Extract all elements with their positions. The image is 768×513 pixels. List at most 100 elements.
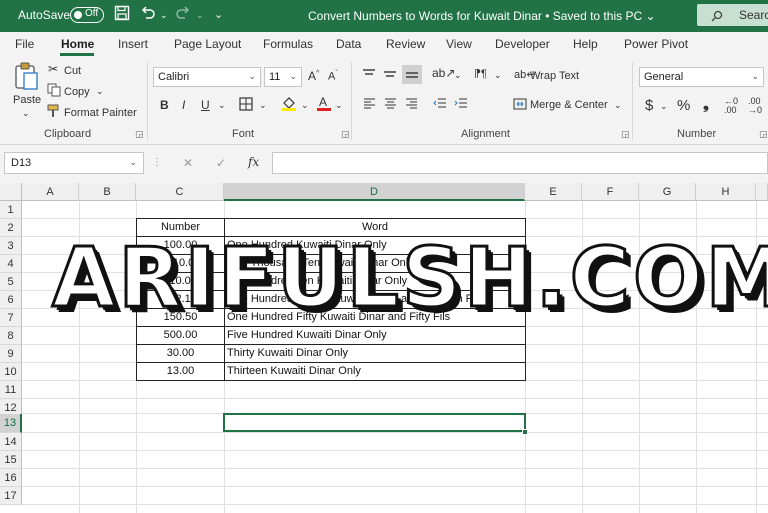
row-header-15[interactable]: 15	[0, 451, 22, 469]
tab-file[interactable]: File	[15, 37, 34, 51]
table-cell-word[interactable]: Thirty Kuwaiti Dinar Only	[225, 345, 525, 363]
orientation-dropdown-icon[interactable]: ⌄	[454, 70, 462, 81]
tab-review[interactable]: Review	[386, 37, 425, 51]
tab-insert[interactable]: Insert	[118, 37, 148, 51]
top-align-icon[interactable]	[362, 68, 376, 83]
save-icon[interactable]	[114, 5, 130, 25]
paste-button[interactable]: Paste	[13, 94, 41, 106]
redo-icon[interactable]	[175, 5, 191, 25]
row-header-13[interactable]: 13	[0, 414, 22, 433]
merge-center-icon[interactable]	[513, 98, 527, 113]
row-header-11[interactable]: 11	[0, 381, 22, 399]
column-header-e[interactable]: E	[525, 183, 582, 201]
row-header-7[interactable]: 7	[0, 309, 22, 327]
tab-page-layout[interactable]: Page Layout	[174, 37, 241, 51]
font-size-select[interactable]: 11 ⌄	[264, 67, 302, 87]
increase-decimal-icon[interactable]: ←0.00	[724, 97, 738, 115]
italic-button[interactable]: I	[182, 98, 185, 112]
wrap-text-button[interactable]: Wrap Text	[530, 70, 579, 82]
underline-dropdown-icon[interactable]: ⌄	[218, 100, 226, 111]
decrease-decimal-icon[interactable]: .00 →0	[748, 97, 762, 115]
column-header-f[interactable]: F	[582, 183, 639, 201]
table-cell-number[interactable]: 13.00	[137, 363, 224, 381]
font-launcher-icon[interactable]: ◲	[341, 129, 350, 140]
number-format-select[interactable]: General ⌄	[639, 67, 764, 87]
row-header-14[interactable]: 14	[0, 433, 22, 451]
comma-style-button[interactable]: ❟	[703, 96, 709, 113]
row-header-4[interactable]: 4	[0, 255, 22, 273]
format-painter-button[interactable]: Format Painter	[64, 107, 137, 119]
percent-button[interactable]: %	[677, 97, 690, 114]
align-right-icon[interactable]	[405, 97, 418, 112]
column-header-a[interactable]: A	[22, 183, 79, 201]
merge-center-button[interactable]: Merge & Center	[530, 99, 608, 111]
increase-indent-icon[interactable]	[454, 97, 468, 112]
row-header-8[interactable]: 8	[0, 327, 22, 345]
table-cell-word[interactable]: Five Hundred Kuwaiti Dinar Only	[225, 327, 525, 345]
table-cell-word[interactable]: Thirteen Kuwaiti Dinar Only	[225, 363, 525, 381]
text-direction-icon[interactable]: ⁋¶	[474, 67, 487, 80]
title-chevron-icon[interactable]: ⌄	[645, 9, 655, 23]
tab-developer[interactable]: Developer	[495, 37, 550, 51]
column-header-b[interactable]: B	[79, 183, 136, 201]
fill-color-icon[interactable]	[281, 95, 297, 114]
bottom-align-icon[interactable]	[402, 65, 422, 84]
currency-button[interactable]: $	[645, 97, 653, 114]
select-all-corner[interactable]	[0, 183, 22, 201]
insert-function-button[interactable]: fx	[248, 155, 259, 169]
font-color-icon[interactable]: A	[316, 95, 332, 114]
enter-icon[interactable]: ✓	[216, 156, 226, 170]
borders-dropdown-icon[interactable]: ⌄	[259, 100, 267, 111]
fill-color-dropdown-icon[interactable]: ⌄	[301, 100, 309, 111]
tab-formulas[interactable]: Formulas	[263, 37, 313, 51]
paste-dropdown-icon[interactable]: ⌄	[22, 108, 30, 119]
column-header-c[interactable]: C	[136, 183, 224, 201]
borders-icon[interactable]	[239, 97, 253, 114]
column-header-g[interactable]: G	[639, 183, 696, 201]
number-launcher-icon[interactable]: ◲	[759, 129, 768, 140]
redo-dropdown-icon[interactable]: ⌄	[196, 10, 204, 21]
cut-icon[interactable]: ✂	[48, 62, 58, 76]
row-header-2[interactable]: 2	[0, 219, 22, 237]
fill-handle[interactable]	[522, 429, 528, 435]
tab-home[interactable]: Home	[61, 37, 94, 51]
underline-button[interactable]: U	[201, 98, 210, 112]
name-box[interactable]: D13 ⌄	[4, 152, 144, 174]
clipboard-launcher-icon[interactable]: ◲	[135, 129, 144, 140]
align-center-icon[interactable]	[384, 97, 397, 112]
paste-icon[interactable]	[14, 62, 40, 95]
formula-input[interactable]	[272, 152, 768, 174]
row-header-17[interactable]: 17	[0, 487, 22, 505]
column-header-d[interactable]: D	[224, 183, 525, 201]
tab-help[interactable]: Help	[573, 37, 598, 51]
tab-view[interactable]: View	[446, 37, 472, 51]
cut-button[interactable]: Cut	[64, 65, 81, 77]
table-cell-number[interactable]: 500.00	[137, 327, 224, 345]
currency-dropdown-icon[interactable]: ⌄	[660, 101, 668, 112]
decrease-indent-icon[interactable]	[433, 97, 447, 112]
merge-dropdown-icon[interactable]: ⌄	[614, 100, 622, 111]
cancel-icon[interactable]: ✕	[183, 156, 193, 170]
column-header-partial[interactable]	[756, 183, 768, 201]
bold-button[interactable]: B	[160, 98, 169, 112]
middle-align-icon[interactable]	[383, 68, 397, 83]
text-direction-dropdown-icon[interactable]: ⌄	[494, 70, 502, 81]
row-header-9[interactable]: 9	[0, 345, 22, 363]
table-cell-number[interactable]: 30.00	[137, 345, 224, 363]
font-color-dropdown-icon[interactable]: ⌄	[335, 100, 343, 111]
increase-font-icon[interactable]: A^	[308, 69, 319, 83]
copy-button[interactable]: Copy	[64, 86, 90, 98]
alignment-launcher-icon[interactable]: ◲	[621, 129, 630, 140]
decrease-font-icon[interactable]: Aˇ	[328, 70, 338, 83]
formula-bar-grip-icon[interactable]: ⋮	[152, 157, 162, 168]
align-left-icon[interactable]	[363, 97, 376, 112]
selected-cell-d13[interactable]	[223, 413, 526, 432]
row-header-1[interactable]: 1	[0, 201, 22, 219]
orientation-icon[interactable]: ab↗	[432, 66, 455, 80]
undo-dropdown-icon[interactable]: ⌄	[160, 10, 168, 21]
tab-power-pivot[interactable]: Power Pivot	[624, 37, 688, 51]
search-box[interactable]: Search	[697, 4, 768, 26]
undo-icon[interactable]	[140, 5, 156, 25]
column-header-h[interactable]: H	[696, 183, 756, 201]
format-painter-icon[interactable]	[46, 104, 60, 121]
